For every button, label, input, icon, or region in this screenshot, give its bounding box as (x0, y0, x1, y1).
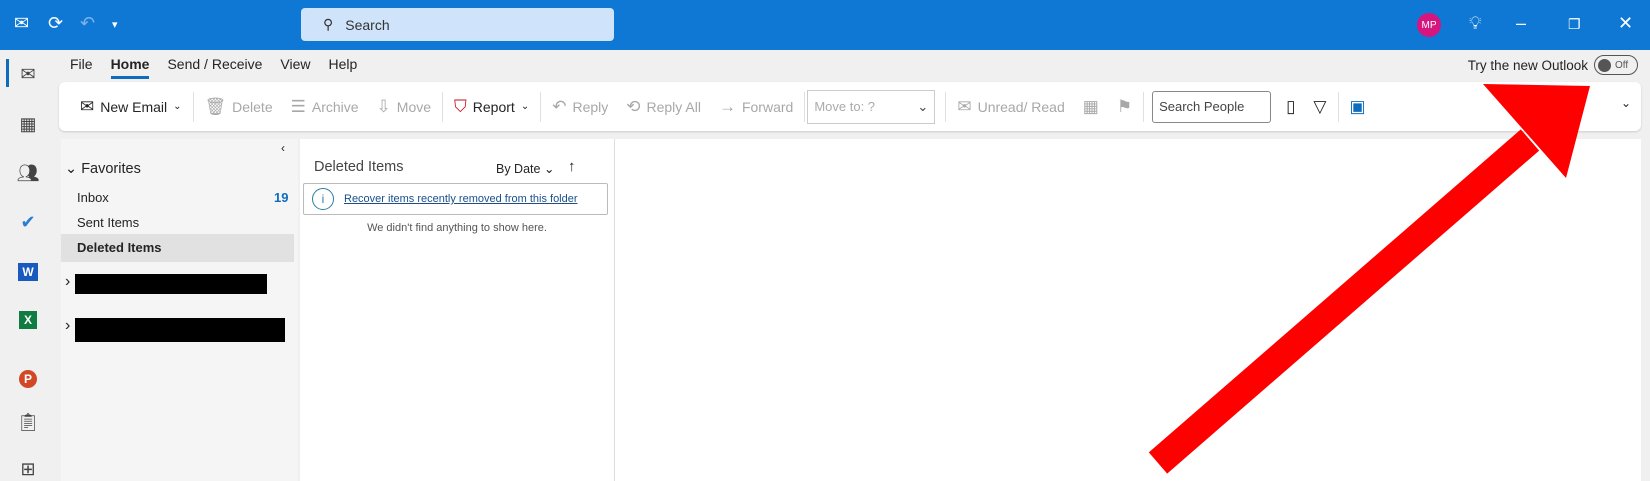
red-arrow-annotation (1148, 84, 1590, 474)
arrow-shaft (1148, 129, 1540, 474)
